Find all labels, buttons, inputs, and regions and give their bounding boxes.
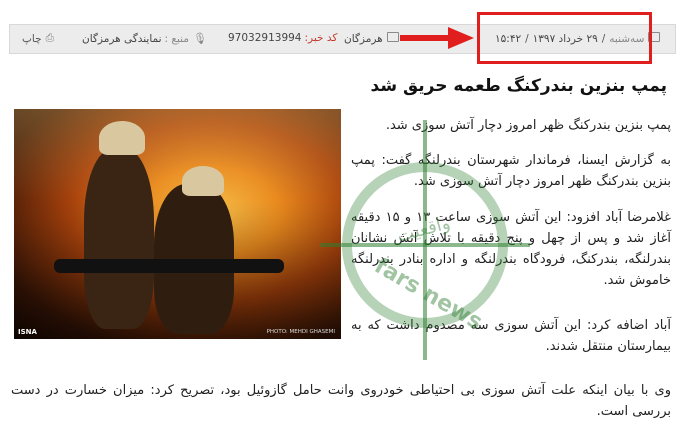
print-button[interactable]: ⎙ چاپ — [22, 32, 54, 45]
print-label: چاپ — [22, 32, 42, 45]
photo-agency-tag: ISNA — [18, 328, 37, 336]
helmet-1 — [99, 121, 145, 155]
microphone-icon: 🎙 — [192, 32, 207, 45]
article-paragraph-5: وی با بیان اینکه علت آتش سوزی بی احتیاطی… — [11, 383, 671, 419]
tag-icon — [386, 32, 399, 45]
news-code-label: کد خبر: — [304, 32, 338, 44]
article-paragraph-1: پمپ بنزین بندرکنگ ظهر امروز دچار آتش سوز… — [385, 118, 671, 133]
annotation-arrow-icon — [448, 27, 474, 49]
source-label: منبع : — [164, 32, 189, 45]
helmet-2 — [182, 166, 224, 196]
article-paragraph-3: غلامرضا آباد افزود: این آتش سوزی ساعت ۱۳… — [351, 210, 671, 288]
printer-icon: ⎙ — [45, 32, 54, 44]
news-code-value: 97032913994 — [228, 32, 302, 44]
meta-source-tag[interactable]: هرمزگان — [344, 32, 399, 45]
article-paragraph-4: آباد اضافه کرد: این آتش سوزی سه مصدوم دا… — [351, 318, 671, 354]
source-value: نمایندگی هرمزگان — [82, 32, 162, 45]
meta-source: 🎙 منبع : نمایندگی هرمزگان — [82, 32, 207, 45]
article-paragraph-2: به گزارش ایسنا، فرماندار شهرستان بندرلنگ… — [351, 153, 671, 189]
meta-source-tag-label: هرمزگان — [344, 32, 383, 45]
highlight-box — [477, 12, 652, 64]
meta-news-code: کد خبر: 97032913994 — [228, 32, 337, 44]
annotation-arrow-shaft — [400, 35, 450, 41]
article-photo[interactable]: ISNA PHOTO: MEHDI GHASEMI — [14, 109, 341, 339]
article-title: پمپ بنزین بندرکنگ طعمه حریق شد — [370, 76, 668, 96]
photo-credit: PHOTO: MEHDI GHASEMI — [266, 329, 335, 335]
